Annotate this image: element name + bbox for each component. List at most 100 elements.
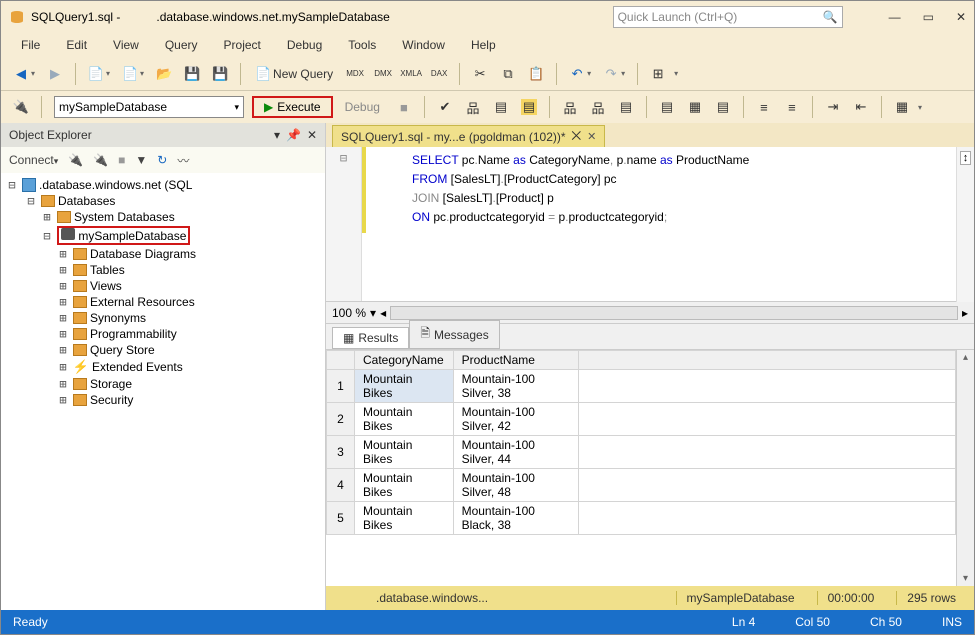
- tab-results[interactable]: ▦Results: [332, 327, 409, 349]
- open-button[interactable]: 📂: [152, 64, 176, 84]
- stop-icon[interactable]: ■: [118, 153, 125, 167]
- quick-launch-input[interactable]: Quick Launch (Ctrl+Q) 🔍: [613, 6, 843, 28]
- zoom-dropdown-icon[interactable]: ▾: [370, 306, 376, 320]
- menu-help[interactable]: Help: [459, 36, 508, 54]
- uncomment-button[interactable]: ≡: [780, 97, 804, 117]
- tree-security[interactable]: ⊞Security: [5, 392, 325, 408]
- split-icon[interactable]: ↕: [960, 151, 972, 165]
- menu-debug[interactable]: Debug: [275, 36, 334, 54]
- nav-back-button[interactable]: ◀▾: [9, 64, 39, 84]
- activity-monitor-button[interactable]: ⊞: [646, 64, 670, 84]
- copy-button[interactable]: ⧉: [496, 64, 520, 84]
- horizontal-scrollbar[interactable]: [390, 306, 958, 320]
- tree-external-resources[interactable]: ⊞External Resources: [5, 294, 325, 310]
- tree-views[interactable]: ⊞Views: [5, 278, 325, 294]
- panel-pin-icon[interactable]: 📌: [286, 128, 301, 142]
- tree-system-databases[interactable]: ⊞System Databases: [5, 209, 325, 225]
- stop-button[interactable]: ■: [392, 97, 416, 117]
- scroll-right-icon[interactable]: ▸: [962, 306, 968, 320]
- filter-icon[interactable]: ▼: [135, 153, 147, 167]
- tree-synonyms[interactable]: ⊞Synonyms: [5, 310, 325, 326]
- scroll-up-icon[interactable]: ▴: [961, 350, 970, 365]
- toolbar2-overflow-icon[interactable]: ▾: [918, 103, 922, 112]
- comment-button[interactable]: ≡: [752, 97, 776, 117]
- database-combo[interactable]: mySampleDatabase ▾: [54, 96, 244, 118]
- xmla-button[interactable]: XMLA: [399, 64, 423, 84]
- indent-button[interactable]: ⇥: [821, 97, 845, 117]
- menu-view[interactable]: View: [101, 36, 151, 54]
- menu-file[interactable]: File: [9, 36, 52, 54]
- menu-edit[interactable]: Edit: [54, 36, 99, 54]
- change-connection-button[interactable]: 🔌: [9, 97, 33, 117]
- results-grid-button[interactable]: ▦: [683, 97, 707, 117]
- tab-messages[interactable]: 🗎Messages: [409, 320, 499, 349]
- estimated-plan-button[interactable]: 品: [461, 97, 485, 117]
- menu-tools[interactable]: Tools: [336, 36, 388, 54]
- tree-server[interactable]: ⊟.database.windows.net (SQL: [5, 177, 325, 193]
- table-row[interactable]: 5Mountain BikesMountain-100 Black, 38: [327, 502, 956, 535]
- disconnect-all-icon[interactable]: 🔌: [93, 153, 108, 167]
- new-project-button[interactable]: 📄▾: [84, 64, 114, 84]
- toolbar-overflow-icon[interactable]: ▾: [674, 69, 678, 78]
- results-grid[interactable]: CategoryName ProductName 1Mountain Bikes…: [326, 350, 956, 586]
- tab-sqlquery1[interactable]: SQLQuery1.sql - my...e (pgoldman (102))*…: [332, 125, 605, 147]
- panel-dropdown-icon[interactable]: ▾: [274, 128, 280, 142]
- table-row[interactable]: 3Mountain BikesMountain-100 Silver, 44: [327, 436, 956, 469]
- parse-button[interactable]: ✔: [433, 97, 457, 117]
- query-options-button[interactable]: ▤: [489, 97, 513, 117]
- redo-button[interactable]: ↷▾: [599, 64, 629, 84]
- table-row[interactable]: 2Mountain BikesMountain-100 Silver, 42: [327, 403, 956, 436]
- col-productname[interactable]: ProductName: [453, 351, 578, 370]
- tree-databases[interactable]: ⊟Databases: [5, 193, 325, 209]
- execute-button[interactable]: ▶ Execute: [252, 96, 333, 118]
- paste-button[interactable]: 📋: [524, 64, 548, 84]
- save-button[interactable]: 💾: [180, 64, 204, 84]
- results-file-button[interactable]: ▤: [711, 97, 735, 117]
- mdx-button[interactable]: MDX: [343, 64, 367, 84]
- nav-fwd-button[interactable]: ▶: [43, 64, 67, 84]
- tree-my-sample-database[interactable]: ⊟ mySampleDatabase: [5, 225, 325, 246]
- dmx-button[interactable]: DMX: [371, 64, 395, 84]
- tree-query-store[interactable]: ⊞Query Store: [5, 342, 325, 358]
- pin-icon[interactable]: ⨉: [572, 129, 582, 144]
- specify-values-button[interactable]: ▦: [890, 97, 914, 117]
- undo-button[interactable]: ↶▾: [565, 64, 595, 84]
- results-vertical-scrollbar[interactable]: ▴ ▾: [956, 350, 974, 586]
- debug-button[interactable]: Debug: [337, 98, 388, 116]
- new-query-button[interactable]: 📄New Query: [249, 64, 339, 84]
- disconnect-icon[interactable]: 🔌: [68, 153, 83, 167]
- sql-editor[interactable]: ⊟ SELECT pc.Name as CategoryName, p.name…: [326, 147, 956, 302]
- menu-window[interactable]: Window: [390, 36, 457, 54]
- activity-icon[interactable]: 〰: [177, 152, 189, 169]
- client-stats-button[interactable]: ▤: [614, 97, 638, 117]
- results-text-button[interactable]: ▤: [655, 97, 679, 117]
- live-stats-button[interactable]: 品: [586, 97, 610, 117]
- scroll-left-icon[interactable]: ◂: [380, 306, 386, 320]
- new-file-button[interactable]: 📄▾: [118, 64, 148, 84]
- outdent-button[interactable]: ⇤: [849, 97, 873, 117]
- actual-plan-button[interactable]: 品: [558, 97, 582, 117]
- maximize-button[interactable]: ▭: [923, 10, 934, 24]
- zoom-value[interactable]: 100 %: [332, 306, 366, 320]
- cut-button[interactable]: ✂: [468, 64, 492, 84]
- tree-programmability[interactable]: ⊞Programmability: [5, 326, 325, 342]
- connect-button[interactable]: Connect▾: [9, 153, 58, 167]
- close-button[interactable]: ✕: [956, 10, 966, 24]
- refresh-icon[interactable]: ↻: [157, 153, 167, 167]
- close-tab-icon[interactable]: ✕: [587, 130, 596, 143]
- col-rownum[interactable]: [327, 351, 355, 370]
- menu-project[interactable]: Project: [212, 36, 273, 54]
- minimize-button[interactable]: —: [889, 10, 901, 24]
- scroll-down-icon[interactable]: ▾: [961, 571, 970, 586]
- save-all-button[interactable]: 💾: [208, 64, 232, 84]
- table-row[interactable]: 4Mountain BikesMountain-100 Silver, 48: [327, 469, 956, 502]
- tree-storage[interactable]: ⊞Storage: [5, 376, 325, 392]
- dax-button[interactable]: DAX: [427, 64, 451, 84]
- panel-close-icon[interactable]: ✕: [307, 128, 317, 142]
- table-row[interactable]: 1Mountain BikesMountain-100 Silver, 38: [327, 370, 956, 403]
- col-categoryname[interactable]: CategoryName: [355, 351, 454, 370]
- tree-tables[interactable]: ⊞Tables: [5, 262, 325, 278]
- intellisense-button[interactable]: ▤: [517, 97, 541, 117]
- tree-extended-events[interactable]: ⊞⚡Extended Events: [5, 358, 325, 376]
- tree-database-diagrams[interactable]: ⊞Database Diagrams: [5, 246, 325, 262]
